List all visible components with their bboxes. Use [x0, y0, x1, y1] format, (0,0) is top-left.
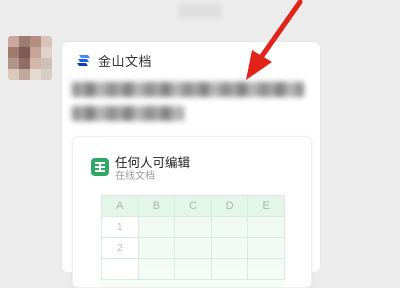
column-header: B: [137, 195, 176, 217]
spreadsheet-icon: [91, 158, 109, 176]
row-number: 1: [101, 216, 139, 238]
kingsoft-docs-logo-icon: [77, 55, 90, 66]
doc-header: 任何人可编辑 在线文档: [91, 155, 190, 183]
sheet-cell: [247, 258, 285, 280]
app-source: 金山文档: [76, 51, 153, 70]
row-number: 2: [101, 237, 139, 259]
sheet-row: 1: [101, 216, 285, 238]
row-number: [101, 258, 139, 280]
sheet-preview: A B C D E 1 2: [101, 195, 285, 287]
avatar[interactable]: [8, 36, 52, 80]
shared-doc-message[interactable]: 金山文档 任何人可编辑 在线文档 A B C D E 1 2: [62, 42, 320, 288]
app-name: 金山文档: [98, 54, 153, 70]
column-header: E: [247, 195, 285, 217]
sheet-cell: [137, 216, 176, 238]
timestamp-obscured: [178, 4, 222, 18]
sheet-cell: [210, 237, 249, 259]
sheet-cell: [247, 237, 285, 259]
message-title-obscured: [72, 78, 308, 126]
doc-title: 任何人可编辑: [115, 155, 191, 170]
column-header: C: [174, 195, 212, 217]
column-header: A: [101, 195, 139, 217]
sheet-cell: [137, 258, 176, 280]
sheet-cell: [247, 216, 285, 238]
doc-subtitle: 在线文档: [115, 171, 155, 182]
sheet-cell: [210, 258, 249, 280]
sheet-header-row: A B C D E: [101, 195, 285, 217]
sheet-cell: [174, 258, 212, 280]
sheet-cell: [174, 216, 212, 238]
sheet-cell: [137, 237, 176, 259]
sheet-row: 2: [101, 237, 285, 259]
column-header: D: [210, 195, 249, 217]
doc-card[interactable]: 任何人可编辑 在线文档 A B C D E 1 2: [72, 136, 312, 288]
sheet-row: [101, 258, 285, 280]
sheet-cell: [210, 216, 249, 238]
sheet-cell: [174, 237, 212, 259]
